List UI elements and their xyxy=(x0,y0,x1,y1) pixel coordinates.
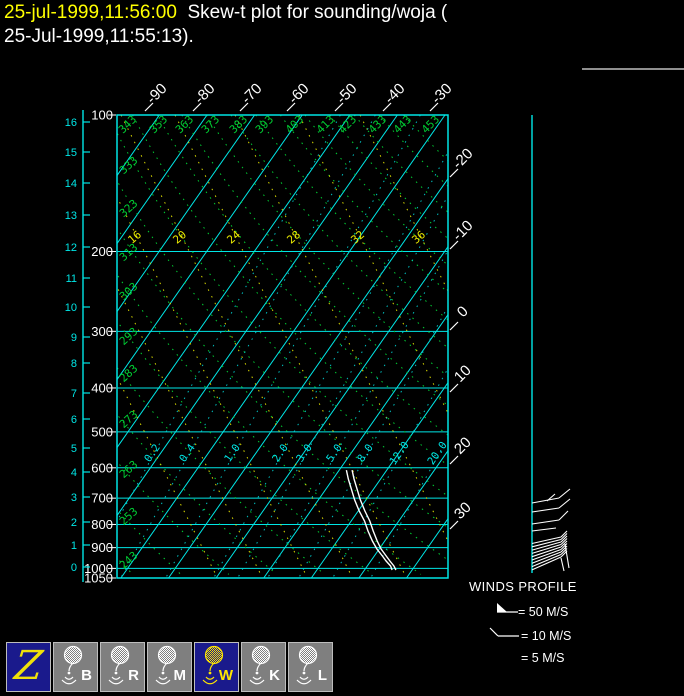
svg-text:900: 900 xyxy=(91,540,113,555)
toolbar-button-l[interactable]: L xyxy=(288,642,333,692)
svg-text:5.0: 5.0 xyxy=(324,442,345,464)
toolbar-button-m[interactable]: M xyxy=(147,642,192,692)
svg-text:200: 200 xyxy=(91,244,113,259)
svg-text:-60: -60 xyxy=(285,80,312,107)
svg-text:10: 10 xyxy=(451,362,475,386)
svg-text:4: 4 xyxy=(71,467,77,479)
toolbar-button-r[interactable]: R xyxy=(100,642,145,692)
svg-text:-70: -70 xyxy=(238,80,265,107)
svg-text:9: 9 xyxy=(71,332,77,344)
legend-label-5ms: = 5 M/S xyxy=(521,651,564,665)
svg-text:443: 443 xyxy=(391,113,414,136)
svg-text:14: 14 xyxy=(65,178,77,190)
svg-text:0: 0 xyxy=(454,303,472,321)
svg-text:423: 423 xyxy=(336,113,359,136)
height-axis: 012345678910111213141516 xyxy=(65,110,90,582)
svg-text:273: 273 xyxy=(117,408,140,431)
svg-text:12.0: 12.0 xyxy=(387,439,411,467)
svg-text:353: 353 xyxy=(147,113,170,136)
svg-text:300: 300 xyxy=(91,324,113,339)
svg-text:0.2: 0.2 xyxy=(142,442,163,464)
toolbar-button-z[interactable]: Z xyxy=(6,642,51,692)
svg-text:343: 343 xyxy=(116,113,139,136)
button-letter: R xyxy=(128,667,139,684)
z-script-icon: Z xyxy=(5,643,53,689)
svg-text:2: 2 xyxy=(71,517,77,529)
button-letter: M xyxy=(174,667,187,684)
svg-text:-80: -80 xyxy=(191,80,218,107)
svg-text:500: 500 xyxy=(91,424,113,439)
toolbar-button-b[interactable]: B xyxy=(53,642,98,692)
svg-text:-40: -40 xyxy=(381,80,408,107)
button-letter: B xyxy=(81,667,92,684)
button-letter: L xyxy=(318,667,327,684)
svg-text:283: 283 xyxy=(117,362,140,385)
svg-text:403: 403 xyxy=(283,113,306,136)
svg-text:700: 700 xyxy=(91,491,113,506)
svg-text:-30: -30 xyxy=(428,80,455,107)
svg-text:100: 100 xyxy=(91,108,113,123)
svg-text:5: 5 xyxy=(71,443,77,455)
svg-text:10: 10 xyxy=(65,302,77,314)
wind-profile xyxy=(532,115,570,573)
svg-text:6: 6 xyxy=(71,414,77,426)
svg-text:3: 3 xyxy=(71,492,77,504)
svg-text:413: 413 xyxy=(314,113,337,136)
svg-text:-90: -90 xyxy=(143,80,170,107)
svg-text:0.4: 0.4 xyxy=(177,442,198,464)
toolbar: Z B xyxy=(6,642,333,692)
svg-text:313: 313 xyxy=(117,241,140,264)
svg-text:30: 30 xyxy=(451,499,475,523)
svg-text:15: 15 xyxy=(65,147,77,159)
moist-adiabats xyxy=(0,115,592,578)
svg-text:-20: -20 xyxy=(449,145,476,172)
svg-text:293: 293 xyxy=(117,325,140,348)
svg-text:600: 600 xyxy=(91,460,113,475)
svg-text:24: 24 xyxy=(224,228,243,247)
svg-text:8: 8 xyxy=(71,358,77,370)
temperature-trace xyxy=(352,470,396,570)
button-letter: K xyxy=(269,667,280,684)
svg-text:453: 453 xyxy=(419,113,442,136)
svg-text:800: 800 xyxy=(91,517,113,532)
isotherms xyxy=(117,115,448,578)
legend-symbols xyxy=(490,603,519,640)
svg-text:400: 400 xyxy=(91,380,113,395)
svg-text:7: 7 xyxy=(71,388,77,400)
svg-text:333: 333 xyxy=(117,154,140,177)
svg-text:16: 16 xyxy=(65,117,77,129)
svg-text:0: 0 xyxy=(71,562,77,574)
svg-text:1050: 1050 xyxy=(84,571,113,586)
svg-text:28: 28 xyxy=(284,228,303,246)
svg-text:11: 11 xyxy=(66,273,77,285)
svg-text:1.0: 1.0 xyxy=(222,442,243,464)
svg-text:3.0: 3.0 xyxy=(294,442,315,464)
adiabat-labels: 343 353363373383393 403 413423 433443453 333 3… xyxy=(116,113,450,572)
toolbar-button-w[interactable]: W xyxy=(194,642,239,692)
legend-label-50ms: = 50 M/S xyxy=(518,605,568,619)
winds-profile-title: WINDS PROFILE xyxy=(469,579,577,594)
skewt-plot: 1002003004005006007008009001000105001234… xyxy=(0,0,684,640)
svg-text:20: 20 xyxy=(451,434,475,458)
svg-text:8.0: 8.0 xyxy=(355,442,376,464)
legend-label-10ms: = 10 M/S xyxy=(521,629,571,643)
svg-text:393: 393 xyxy=(253,113,276,136)
mixing-ratio-lines xyxy=(86,115,626,578)
svg-text:36: 36 xyxy=(409,228,428,246)
svg-text:1: 1 xyxy=(71,540,77,552)
svg-text:263: 263 xyxy=(117,458,140,481)
svg-text:383: 383 xyxy=(227,113,250,136)
svg-text:2.0: 2.0 xyxy=(270,442,291,464)
svg-text:13: 13 xyxy=(65,210,77,222)
toolbar-button-k[interactable]: K xyxy=(241,642,286,692)
svg-text:433: 433 xyxy=(366,113,389,136)
app-window: { "title": { "line1_time": "25-jul-1999,… xyxy=(0,0,684,696)
svg-text:12: 12 xyxy=(65,242,77,254)
svg-text:373: 373 xyxy=(199,113,222,136)
svg-text:363: 363 xyxy=(173,113,196,136)
button-letter: W xyxy=(219,667,233,684)
svg-text:-50: -50 xyxy=(333,80,360,107)
svg-text:323: 323 xyxy=(117,197,140,220)
svg-text:-10: -10 xyxy=(449,217,476,244)
